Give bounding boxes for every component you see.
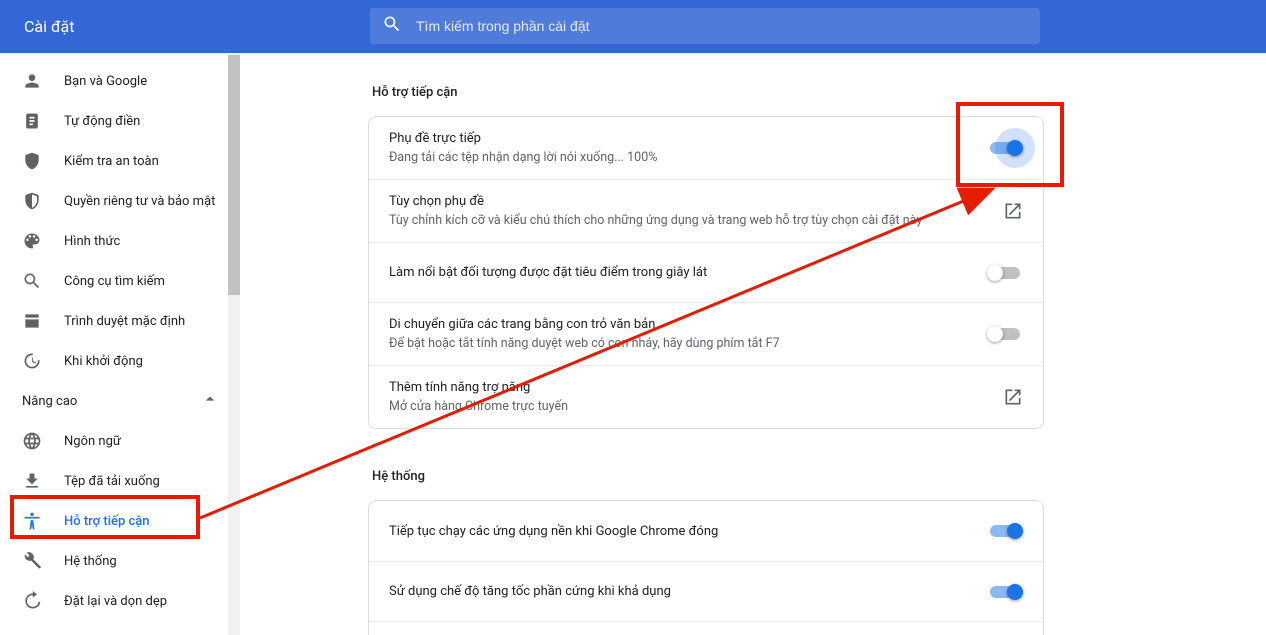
row-title: Di chuyển giữa các trang bằng con trỏ vă… bbox=[389, 317, 780, 332]
row-focus-highlight[interactable]: Làm nổi bật đối tượng được đặt tiêu điểm… bbox=[369, 242, 1043, 302]
section-heading-system: Hệ thống bbox=[372, 469, 1266, 484]
app-header: Cài đặt bbox=[0, 0, 1266, 53]
globe-icon bbox=[22, 431, 42, 451]
row-subtitle: Đang tải các tệp nhận dạng lời nói xuống… bbox=[389, 150, 657, 165]
open-in-new-icon bbox=[1003, 201, 1023, 221]
sidebar-item-search-engine[interactable]: Công cụ tìm kiếm bbox=[0, 261, 224, 301]
row-hardware-accel[interactable]: Sử dụng chế độ tăng tốc phần cứng khi kh… bbox=[369, 561, 1043, 621]
wrench-icon bbox=[22, 551, 42, 571]
focus-highlight-toggle[interactable] bbox=[987, 263, 1023, 283]
row-add-a11y-features[interactable]: Thêm tính năng trợ năng Mở cửa hàng Chro… bbox=[369, 365, 1043, 428]
sidebar-item-accessibility[interactable]: Hỗ trợ tiếp cận bbox=[0, 501, 224, 541]
sidebar-advanced-toggle[interactable]: Nâng cao bbox=[0, 381, 240, 421]
sidebar-item-label: Bạn và Google bbox=[64, 74, 147, 89]
sidebar-advanced-label: Nâng cao bbox=[22, 394, 77, 409]
open-in-new-icon bbox=[1003, 387, 1023, 407]
sidebar-item-label: Khi khởi động bbox=[64, 354, 143, 369]
palette-icon bbox=[22, 231, 42, 251]
sidebar-item-security-check[interactable]: Kiểm tra an toàn bbox=[0, 141, 224, 181]
sidebar-item-label: Kiểm tra an toàn bbox=[64, 154, 159, 169]
row-subtitle: Mở cửa hàng Chrome trực tuyến bbox=[389, 399, 568, 414]
system-card: Tiếp tục chạy các ứng dụng nền khi Googl… bbox=[368, 500, 1044, 635]
clipboard-icon bbox=[22, 111, 42, 131]
caret-browsing-toggle[interactable] bbox=[987, 324, 1023, 344]
search-icon bbox=[382, 14, 402, 38]
sidebar-item-default-browser[interactable]: Trình duyệt mặc định bbox=[0, 301, 224, 341]
sidebar-item-label: Ngôn ngữ bbox=[64, 434, 121, 449]
sidebar-item-appearance[interactable]: Hình thức bbox=[0, 221, 224, 261]
row-title: Làm nổi bật đối tượng được đặt tiêu điểm… bbox=[389, 265, 707, 280]
reset-icon bbox=[22, 591, 42, 611]
row-live-caption[interactable]: Phụ đề trực tiếp Đang tải các tệp nhận d… bbox=[369, 117, 1043, 179]
sidebar-item-label: Quyền riêng tư và bảo mật bbox=[64, 194, 215, 209]
row-title: Phụ đề trực tiếp bbox=[389, 131, 657, 146]
sidebar-scrollbar[interactable] bbox=[228, 53, 240, 635]
search-input[interactable] bbox=[416, 18, 1028, 34]
sidebar-item-label: Tệp đã tải xuống bbox=[64, 474, 160, 489]
row-title: Tiếp tục chạy các ứng dụng nền khi Googl… bbox=[389, 524, 718, 539]
live-caption-toggle[interactable] bbox=[987, 138, 1023, 158]
shield-check-icon bbox=[22, 151, 42, 171]
page-title: Cài đặt bbox=[24, 17, 74, 36]
hardware-accel-toggle[interactable] bbox=[987, 582, 1023, 602]
sidebar-item-on-startup[interactable]: Khi khởi động bbox=[0, 341, 224, 381]
row-subtitle: Để bật hoặc tắt tính năng duyệt web có c… bbox=[389, 336, 780, 351]
sidebar: Bạn và Google Tự động điền Kiểm tra an t… bbox=[0, 53, 240, 635]
section-heading-accessibility: Hỗ trợ tiếp cận bbox=[372, 85, 1266, 100]
sidebar-item-label: Tự động điền bbox=[64, 114, 140, 129]
shield-icon bbox=[22, 191, 42, 211]
sidebar-item-languages[interactable]: Ngôn ngữ bbox=[0, 421, 224, 461]
sidebar-item-label: Hệ thống bbox=[64, 554, 117, 569]
row-proxy-settings[interactable]: Mở tùy chọn cài đặt proxy trên máy tính … bbox=[369, 621, 1043, 635]
search-icon bbox=[22, 271, 42, 291]
row-title: Thêm tính năng trợ năng bbox=[389, 380, 568, 395]
power-icon bbox=[22, 351, 42, 371]
accessibility-card: Phụ đề trực tiếp Đang tải các tệp nhận d… bbox=[368, 116, 1044, 429]
chevron-up-icon bbox=[200, 389, 220, 413]
sidebar-item-label: Trình duyệt mặc định bbox=[64, 314, 185, 329]
sidebar-item-reset[interactable]: Đặt lại và dọn dẹp bbox=[0, 581, 224, 621]
sidebar-item-label: Đặt lại và dọn dẹp bbox=[64, 594, 167, 609]
row-caption-preferences[interactable]: Tùy chọn phụ đề Tùy chỉnh kích cỡ và kiể… bbox=[369, 179, 1043, 242]
sidebar-item-privacy[interactable]: Quyền riêng tư và bảo mật bbox=[0, 181, 224, 221]
background-apps-toggle[interactable] bbox=[987, 521, 1023, 541]
browser-icon bbox=[22, 311, 42, 331]
sidebar-item-label: Hình thức bbox=[64, 234, 120, 249]
search-container[interactable] bbox=[370, 8, 1040, 44]
person-icon bbox=[22, 71, 42, 91]
sidebar-item-you-and-google[interactable]: Bạn và Google bbox=[0, 61, 224, 101]
sidebar-item-label: Hỗ trợ tiếp cận bbox=[64, 514, 150, 529]
row-caret-browsing[interactable]: Di chuyển giữa các trang bằng con trỏ vă… bbox=[369, 302, 1043, 365]
row-title: Tùy chọn phụ đề bbox=[389, 194, 922, 209]
content-area: Hỗ trợ tiếp cận Phụ đề trực tiếp Đang tả… bbox=[240, 53, 1266, 635]
row-subtitle: Tùy chỉnh kích cỡ và kiểu chú thích cho … bbox=[389, 213, 922, 228]
row-title: Sử dụng chế độ tăng tốc phần cứng khi kh… bbox=[389, 584, 671, 599]
accessibility-icon bbox=[22, 511, 42, 531]
row-background-apps[interactable]: Tiếp tục chạy các ứng dụng nền khi Googl… bbox=[369, 501, 1043, 561]
sidebar-item-autofill[interactable]: Tự động điền bbox=[0, 101, 224, 141]
sidebar-item-system[interactable]: Hệ thống bbox=[0, 541, 224, 581]
sidebar-item-label: Công cụ tìm kiếm bbox=[64, 274, 165, 289]
download-icon bbox=[22, 471, 42, 491]
sidebar-item-downloads[interactable]: Tệp đã tải xuống bbox=[0, 461, 224, 501]
